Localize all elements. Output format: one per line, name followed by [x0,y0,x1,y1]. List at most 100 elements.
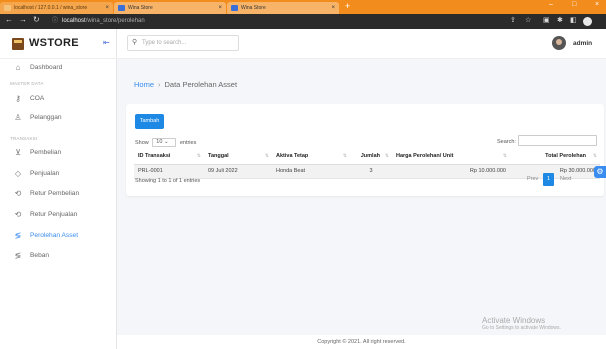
close-tab-icon[interactable]: × [218,2,222,14]
column-label: Tanggal [208,153,229,160]
return-icon: ⟲ [14,210,22,219]
prev-button[interactable]: Prev [523,173,542,186]
column-label: Harga Perolehan/ Unit [396,153,454,160]
column-header-tanggal[interactable]: Tanggal ⇅ [204,149,272,165]
sort-icon: ⇅ [342,153,347,159]
sort-icon: ⇅ [384,153,389,159]
footer: Copyright © 2021. All right reserved. [117,335,606,349]
entries-label: entries [179,139,197,146]
site-info-icon[interactable]: ⓘ [52,15,58,28]
breadcrumb: Home › Data Perolehan Asset [134,80,237,89]
sidebar-item-beban[interactable]: ≶ Beban [0,248,117,264]
page-1-button[interactable]: 1 [543,173,554,186]
sidebar: WSTORE ⇤ ⌂ Dashboard MASTER DATA ⚷ COA ♙… [0,29,117,349]
tab-title: Wina Store [241,5,266,11]
sidebar-item-pembelian[interactable]: ⊻ Pembelian [0,145,117,161]
table-search-input[interactable] [518,135,597,146]
column-header-total[interactable]: Total Perolehan ⇅ [510,149,600,165]
minimize-button[interactable]: – [549,1,553,8]
phpmyadmin-icon [4,5,11,11]
extension-icon[interactable]: ▣ [543,16,550,24]
column-header-aktiva[interactable]: Aktiva Tetap ⇅ [272,149,350,165]
browser-tab-phpmyadmin[interactable]: localhost / 127.0.0.1 / wina_store × [0,2,113,14]
cell-tanggal: 09 Juli 2022 [204,164,272,179]
puzzle-icon[interactable]: ✱ [557,16,563,24]
section-header-transaksi: TRANSAKSI [10,136,38,141]
entries-select[interactable]: 10 ⌄ [152,138,177,147]
sidebar-collapse-icon[interactable]: ⇤ [103,38,110,47]
sidebar-item-dashboard[interactable]: ⌂ Dashboard [0,60,117,76]
top-header: ⚲ Type to search... admin [117,29,606,59]
sidebar-item-perolehan-asset[interactable]: ≶ Perolehan Asset [0,228,117,244]
key-icon: ⚷ [15,94,21,103]
page-length-control: Show 10 ⌄ entries [135,138,196,147]
column-header-jumlah[interactable]: Jumlah ⇅ [350,149,392,165]
tab-title: localhost / 127.0.0.1 / wina_store [14,5,88,11]
url-field[interactable]: ⓘ localhost/wina_store/perolehan [52,15,472,28]
data-card: Tambah Show 10 ⌄ entries Search: ID Tran… [126,104,604,196]
entries-value: 10 [156,139,163,145]
cart-icon: ⊻ [15,148,21,157]
chevron-down-icon: ⌄ [163,139,169,145]
breadcrumb-separator: › [158,80,161,89]
profile-avatar[interactable] [583,17,592,26]
sort-icon: ⇅ [196,153,201,159]
sidebar-item-retur-penjualan[interactable]: ⟲ Retur Penjualan [0,207,117,223]
breadcrumb-current: Data Perolehan Asset [164,80,238,89]
sidebar-item-label: Pelanggan [30,114,62,121]
sidebar-item-pelanggan[interactable]: ♙ Pelanggan [0,110,117,126]
browser-tab-wina-store[interactable]: Wina Store × [114,2,226,14]
site-icon [231,5,238,11]
cell-id: PRL-0001 [134,164,204,179]
close-tab-icon[interactable]: × [105,2,109,14]
brand-name: WSTORE [29,37,79,49]
column-label: Total Perolehan [545,153,586,160]
sidebar-item-label: Retur Penjualan [30,211,78,218]
forward-icon[interactable]: → [19,15,27,24]
column-label: Aktiva Tetap [276,153,309,160]
sidepanel-icon[interactable]: ◧ [570,16,577,24]
close-window-button[interactable]: × [595,1,599,8]
sidebar-item-label: Dashboard [30,64,63,71]
next-button[interactable]: Next [556,173,575,186]
section-header-master: MASTER DATA [10,81,44,86]
new-tab-button[interactable]: + [345,1,350,11]
url-host: localhost [62,18,86,24]
breadcrumb-home[interactable]: Home [134,80,154,89]
add-button[interactable]: Tambah [135,114,164,129]
reload-icon[interactable]: ↻ [33,15,40,24]
sidebar-item-label: Pembelian [30,149,62,156]
sidebar-item-label: COA [30,95,45,102]
user-name[interactable]: admin [573,40,592,47]
column-label: ID Transaksi [138,153,171,160]
settings-gear-icon[interactable]: ⚙ [594,166,606,178]
share-icon[interactable]: ⇪ [510,16,516,24]
back-icon[interactable]: ← [5,15,13,24]
sidebar-item-retur-pembelian[interactable]: ⟲ Retur Pembelian [0,186,117,202]
sort-icon: ⇅ [264,153,269,159]
windows-activation-watermark: Activate Windows Go to Settings to activ… [482,316,561,331]
return-icon: ⟲ [14,189,22,198]
user-avatar[interactable] [552,36,566,50]
tab-title: Wina Store [128,5,153,11]
table-header-row: ID Transaksi ⇅ Tanggal ⇅ Aktiva Tetap ⇅ Jum… [134,149,600,165]
site-icon [118,5,125,11]
users-icon: ♙ [14,113,22,122]
bookmark-star-icon[interactable]: ☆ [525,16,531,24]
table-info: Showing 1 to 1 of 1 entries [135,178,201,184]
sidebar-item-label: Perolehan Asset [30,232,79,239]
search-input[interactable]: ⚲ Type to search... [127,35,239,51]
sidebar-item-label: Penjualan [30,170,60,177]
cell-harga: Rp 10.000.000 [392,164,510,179]
sidebar-item-penjualan[interactable]: ◇ Penjualan [0,166,117,182]
watermark-subtitle: Go to Settings to activate Windows. [482,325,561,331]
sidebar-item-label: Retur Pembelian [30,190,80,197]
show-label: Show [135,139,149,146]
close-tab-icon[interactable]: × [331,2,335,14]
maximize-button[interactable]: □ [572,1,576,8]
sidebar-item-coa[interactable]: ⚷ COA [0,91,117,107]
column-header-harga[interactable]: Harga Perolehan/ Unit ⇅ [392,149,510,165]
watermark-title: Activate Windows [482,316,546,325]
browser-tab-wina-store-active[interactable]: Wina Store × [227,2,339,14]
column-header-id[interactable]: ID Transaksi ⇅ [134,149,204,165]
